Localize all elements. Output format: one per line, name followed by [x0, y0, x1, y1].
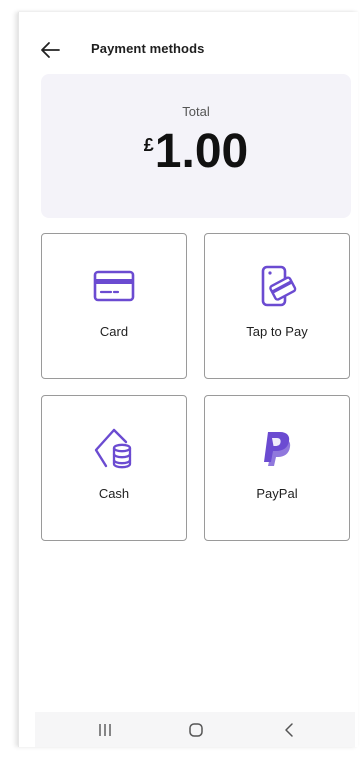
total-label: Total	[182, 104, 210, 119]
arrow-left-icon	[41, 42, 60, 58]
payment-method-label: Cash	[98, 486, 130, 501]
back-chevron-icon	[285, 723, 293, 737]
payment-method-label: Tap to Pay	[246, 324, 308, 339]
total-amount: £1.00	[41, 128, 351, 176]
tap-to-pay-icon	[261, 265, 297, 307]
payment-method-label: PayPal	[256, 486, 298, 501]
total-value: 1.00	[154, 125, 249, 178]
system-nav-bar	[35, 712, 355, 747]
phone-screen: Payment methods Total £1.00 Card Tap to …	[18, 12, 358, 747]
home-button[interactable]	[184, 720, 208, 740]
cash-icon	[94, 428, 132, 469]
paypal-icon	[264, 432, 291, 466]
recents-button[interactable]	[93, 720, 117, 740]
payment-method-label: Card	[99, 324, 129, 339]
payment-method-cash[interactable]: Cash	[41, 395, 187, 541]
total-card: Total £1.00	[41, 74, 351, 218]
payment-method-card[interactable]: Card	[41, 233, 187, 379]
credit-card-icon	[93, 270, 135, 302]
home-icon	[189, 723, 203, 737]
currency-symbol: £	[143, 135, 154, 155]
recents-icon	[99, 724, 111, 736]
header: Payment methods	[19, 36, 358, 64]
payment-method-paypal[interactable]: PayPal	[204, 395, 350, 541]
payment-method-tap-to-pay[interactable]: Tap to Pay	[204, 233, 350, 379]
page-title: Payment methods	[91, 41, 205, 56]
system-back-button[interactable]	[278, 720, 302, 740]
back-button[interactable]	[37, 38, 63, 62]
